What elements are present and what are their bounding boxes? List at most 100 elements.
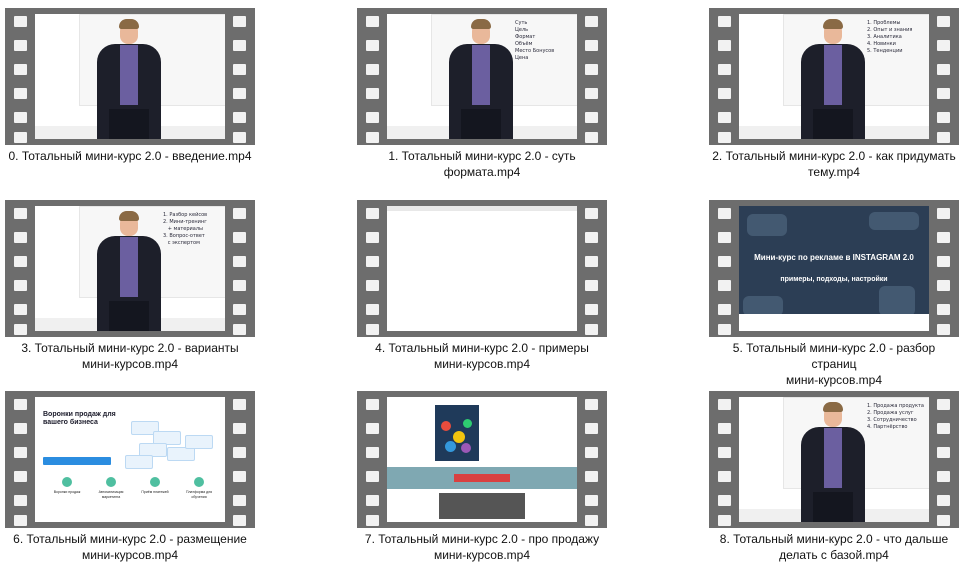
film-perforation <box>366 471 379 482</box>
video-frame-preview: Воронки продаж для вашего бизнеса Воронки… <box>35 397 225 522</box>
film-perforation <box>718 423 731 434</box>
diagram-card <box>167 447 195 461</box>
film-perforation <box>937 423 950 434</box>
film-perforation <box>585 256 598 267</box>
film-perforation <box>233 324 246 335</box>
film-perforation <box>233 471 246 482</box>
film-perforation <box>937 232 950 243</box>
film-perforation <box>937 88 950 99</box>
film-perforation <box>937 40 950 51</box>
film-perforation <box>937 64 950 75</box>
video-file-tile[interactable]: Суть Цель Формат Объём Место Бонусов Цен… <box>357 8 607 193</box>
feature-label: Платформа для обучения <box>185 490 213 499</box>
diagram-card <box>125 455 153 469</box>
background-shape <box>879 286 915 316</box>
film-perforation <box>718 471 731 482</box>
film-perforation <box>14 256 27 267</box>
film-perforation <box>718 447 731 458</box>
film-perforation <box>937 304 950 315</box>
film-perforation <box>14 40 27 51</box>
film-perforation <box>585 515 598 526</box>
film-perforation <box>14 471 27 482</box>
film-perforation <box>937 208 950 219</box>
feature-item: Платформа для обучения <box>181 477 217 499</box>
film-perforation <box>585 132 598 143</box>
film-perforation <box>937 471 950 482</box>
film-perforation <box>585 471 598 482</box>
film-perforation <box>718 132 731 143</box>
filmstrip-thumbnail[interactable]: Мини-курс по рекламе в INSTAGRAM 2.0 прим… <box>709 200 959 337</box>
film-perforation <box>718 304 731 315</box>
film-perforation <box>937 399 950 410</box>
filmstrip-thumbnail[interactable] <box>5 8 255 145</box>
film-perforation <box>233 40 246 51</box>
film-perforation <box>14 324 27 335</box>
film-perforation <box>718 515 731 526</box>
film-perforation <box>366 208 379 219</box>
video-file-tile[interactable]: Воронки продаж для вашего бизнеса Воронки… <box>5 391 255 576</box>
film-perforation <box>937 495 950 506</box>
film-perforation <box>718 495 731 506</box>
film-perforation <box>585 16 598 27</box>
file-name-label[interactable]: 6. Тотальный мини-курс 2.0 - размещение м… <box>5 531 255 563</box>
file-name-line-2: мини-курсов.mp4 <box>81 357 179 371</box>
video-frame-preview: 1. Продажа продукта 2. Продажа услуг 3. … <box>739 397 929 522</box>
file-name-line-1: 5. Тотальный мини-курс 2.0 - разбор стра… <box>732 341 936 371</box>
film-perforation <box>233 16 246 27</box>
cover-bubble <box>441 421 451 431</box>
film-perforation <box>366 280 379 291</box>
video-file-tile[interactable]: 4. Тотальный мини-курс 2.0 - примеры мини… <box>357 200 607 385</box>
film-perforation <box>233 280 246 291</box>
filmstrip-thumbnail[interactable]: Суть Цель Формат Объём Место Бонусов Цен… <box>357 8 607 145</box>
file-name-line-1: 4. Тотальный мини-курс 2.0 - примеры <box>375 341 589 355</box>
film-perforation <box>14 132 27 143</box>
file-name-label[interactable]: 4. Тотальный мини-курс 2.0 - примеры мини… <box>357 340 607 372</box>
film-perforation <box>585 280 598 291</box>
feature-item: Приём платежей <box>137 477 173 495</box>
cover-bubble <box>453 431 465 443</box>
video-file-tile[interactable]: 1. Продажа продукта 2. Продажа услуг 3. … <box>709 391 959 576</box>
presenter-hair <box>823 19 843 29</box>
film-perforation <box>233 256 246 267</box>
video-file-tile[interactable]: 7. Тотальный мини-курс 2.0 - про продажу… <box>357 391 607 576</box>
file-name-label[interactable]: 2. Тотальный мини-курс 2.0 - как придума… <box>709 148 959 180</box>
filmstrip-thumbnail[interactable]: 1. Разбор кейсов 2. Мини-тренинг + матер… <box>5 200 255 337</box>
file-name-line-2: делать с базой.mp4 <box>779 548 889 562</box>
film-perforation <box>233 495 246 506</box>
filmstrip-thumbnail[interactable] <box>357 200 607 337</box>
video-file-tile[interactable]: 1. Проблемы 2. Опыт и знания 3. Аналитик… <box>709 8 959 193</box>
film-perforation <box>14 495 27 506</box>
feature-label: Воронки продаж <box>53 490 81 494</box>
whiteboard-notes: 1. Продажа продукта 2. Продажа услуг 3. … <box>867 403 924 430</box>
film-perforation <box>366 447 379 458</box>
film-perforation <box>14 16 27 27</box>
film-perforation <box>233 88 246 99</box>
video-file-tile[interactable]: 1. Разбор кейсов 2. Мини-тренинг + матер… <box>5 200 255 385</box>
film-perforation <box>585 40 598 51</box>
file-name-label[interactable]: 0. Тотальный мини-курс 2.0 - введение.mp… <box>5 148 255 164</box>
presenter-shirt <box>824 428 842 488</box>
file-name-label[interactable]: 8. Тотальный мини-курс 2.0 - что дальше д… <box>709 531 959 563</box>
film-perforation <box>585 447 598 458</box>
film-perforation <box>233 423 246 434</box>
filmstrip-thumbnail[interactable]: 1. Проблемы 2. Опыт и знания 3. Аналитик… <box>709 8 959 145</box>
file-name-label[interactable]: 1. Тотальный мини-курс 2.0 - суть формата… <box>357 148 607 180</box>
film-perforation <box>937 112 950 123</box>
film-perforation <box>718 88 731 99</box>
film-perforation <box>233 132 246 143</box>
file-name-line-1: 3. Тотальный мини-курс 2.0 - варианты <box>21 341 239 355</box>
filmstrip-thumbnail[interactable] <box>357 391 607 528</box>
film-perforation <box>14 399 27 410</box>
filmstrip-thumbnail[interactable]: 1. Продажа продукта 2. Продажа услуг 3. … <box>709 391 959 528</box>
presenter-shirt <box>120 45 138 105</box>
film-perforation <box>366 423 379 434</box>
landing-subheading: примеры, подходы, настройки <box>780 276 888 283</box>
file-name-line-2: формата.mp4 <box>443 165 521 179</box>
video-file-tile[interactable]: 0. Тотальный мини-курс 2.0 - введение.mp… <box>5 8 255 193</box>
filmstrip-thumbnail[interactable]: Воронки продаж для вашего бизнеса Воронки… <box>5 391 255 528</box>
file-name-label[interactable]: 7. Тотальный мини-курс 2.0 - про продажу… <box>357 531 607 563</box>
presenter-shirt <box>472 45 490 105</box>
file-name-label[interactable]: 3. Тотальный мини-курс 2.0 - варианты мин… <box>5 340 255 372</box>
file-name-label[interactable]: 5. Тотальный мини-курс 2.0 - разбор стра… <box>709 340 959 388</box>
video-file-tile[interactable]: Мини-курс по рекламе в INSTAGRAM 2.0 прим… <box>709 200 959 388</box>
